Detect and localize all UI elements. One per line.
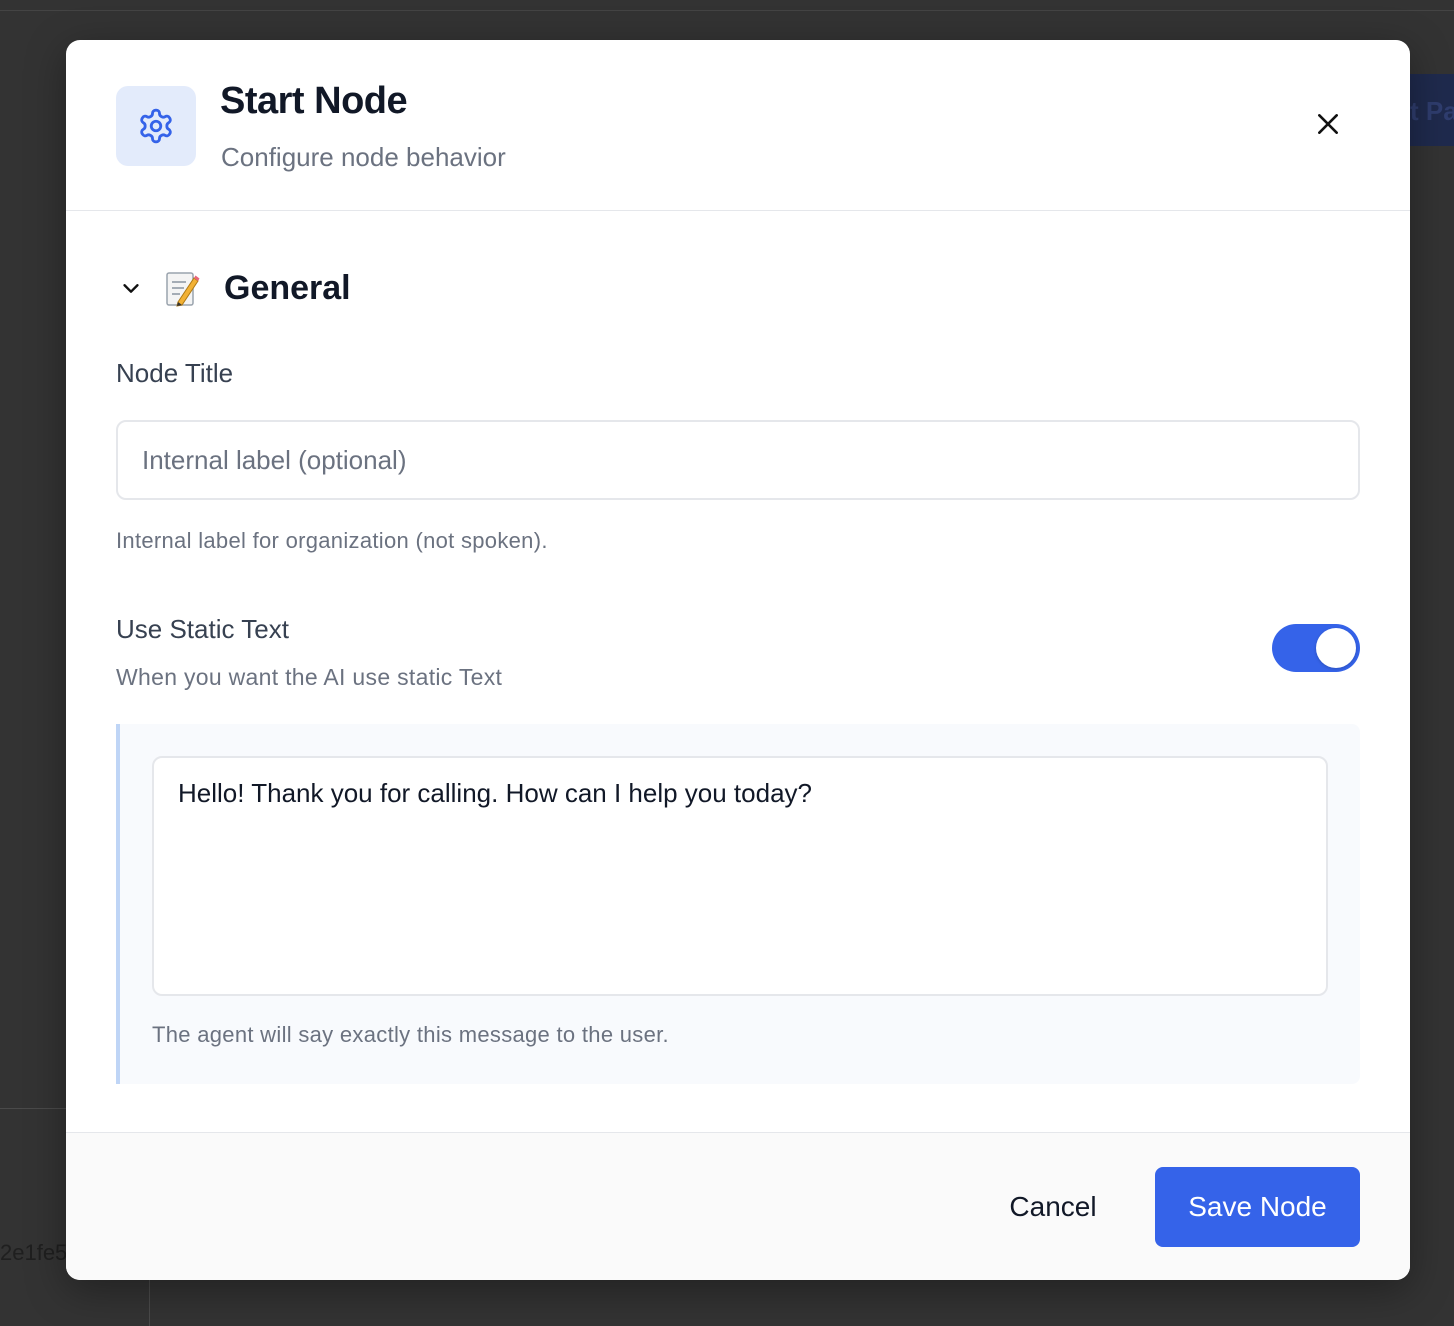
modal-subtitle: Configure node behavior [221, 142, 506, 172]
node-title-label: Node Title [116, 358, 234, 388]
node-icon-badge [116, 86, 196, 166]
static-text-description: When you want the AI use static Text [116, 664, 503, 690]
close-button[interactable] [1314, 110, 1342, 138]
memo-icon [166, 272, 200, 307]
node-title-help: Internal label for organization (not spo… [116, 528, 548, 553]
gear-icon [140, 108, 172, 144]
node-config-modal: Start Node Configure node behavior Gener… [66, 40, 1410, 1280]
section-title: General [224, 268, 351, 307]
cancel-button[interactable]: Cancel [978, 1167, 1128, 1247]
static-text-label: Use Static Text [116, 614, 289, 644]
static-text-panel: Hello! Thank you for calling. How can I … [116, 724, 1360, 1084]
modal-header: Start Node Configure node behavior [66, 40, 1410, 211]
node-title-input[interactable] [116, 420, 1360, 500]
static-message-textarea[interactable]: Hello! Thank you for calling. How can I … [152, 756, 1328, 996]
general-section-toggle[interactable]: General [116, 266, 351, 310]
chevron-down-icon [116, 273, 146, 303]
static-message-help: The agent will say exactly this message … [152, 1022, 669, 1047]
background-hash-text: 2e1fe5 [0, 1240, 68, 1265]
save-node-button[interactable]: Save Node [1155, 1167, 1360, 1247]
close-icon [1318, 114, 1338, 134]
modal-footer: Cancel Save Node [66, 1132, 1410, 1280]
static-text-toggle[interactable] [1272, 624, 1360, 672]
toggle-knob [1316, 628, 1356, 668]
background-divider [0, 10, 1454, 11]
modal-title: Start Node [220, 80, 408, 122]
